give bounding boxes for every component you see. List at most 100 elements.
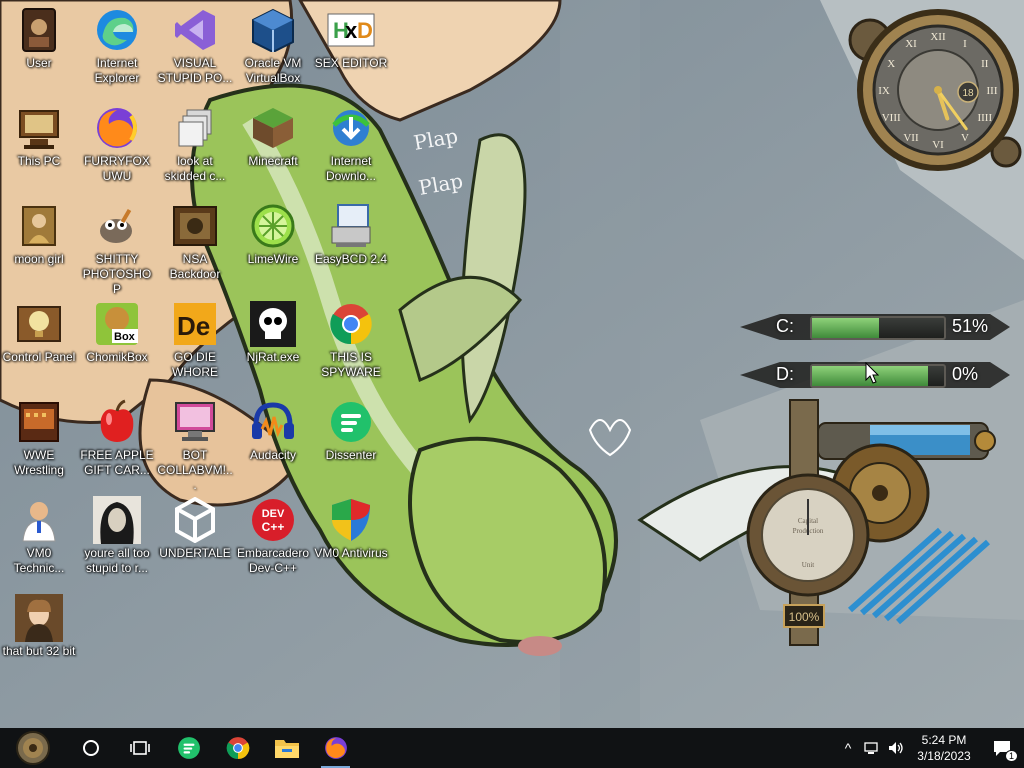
skull-icon — [249, 300, 297, 348]
audacity-icon — [249, 398, 297, 446]
limewire-icon — [249, 202, 297, 250]
desktop-icon[interactable]: look at skidded c... — [156, 98, 234, 184]
bot-monitor-icon — [171, 398, 219, 446]
taskbar-file-explorer-button[interactable] — [262, 728, 311, 768]
svg-text:D: D — [357, 18, 373, 43]
clock-numeral: XII — [930, 31, 946, 43]
desktop-icon[interactable]: VM0 Antivirus — [312, 490, 390, 561]
gauge-dial-line-3: Unit — [802, 561, 815, 569]
clock-numeral: VII — [903, 132, 919, 144]
network-icon[interactable] — [860, 728, 884, 768]
system-tray: ^ 5:24 PM 3/18/2023 1 — [836, 728, 1024, 768]
steampunk-cpu-gauge-gadget[interactable]: Capital Production Unit 100% — [740, 395, 1010, 650]
desktop-icon[interactable]: FURRYFOX UWU — [78, 98, 156, 184]
clock-time: 5:24 PM — [921, 733, 967, 747]
desktop-icon-label: VM0 Antivirus — [314, 546, 388, 560]
folder-icon — [274, 737, 300, 759]
taskbar-clock[interactable]: 5:24 PM 3/18/2023 — [908, 732, 980, 764]
desktop-icon[interactable]: moon girl — [0, 196, 78, 267]
desktop-icon[interactable]: Oracle VM VirtualBox — [234, 0, 312, 86]
chrome-icon — [327, 300, 375, 348]
minecraft-icon — [249, 104, 297, 152]
drive-percent: 0% — [952, 364, 979, 384]
desktop-icon-label: NjRat.exe — [246, 350, 300, 364]
desktop-icon[interactable]: Audacity — [234, 392, 312, 463]
desktop-icon-label: Minecraft — [248, 154, 298, 168]
chrome-icon — [226, 736, 250, 760]
hxd-icon: HxD — [327, 6, 375, 54]
taskbar-dissenter-button[interactable] — [164, 728, 213, 768]
technician-icon — [15, 496, 63, 544]
desktop-icon[interactable]: EasyBCD 2.4 — [312, 196, 390, 267]
desktop-icon[interactable]: that but 32 bit — [0, 588, 78, 659]
desktop-icon[interactable]: FREE APPLE GIFT CAR... — [78, 392, 156, 478]
chomikbox-icon: Box — [93, 300, 141, 348]
desktop-icon[interactable]: Minecraft — [234, 98, 312, 169]
control-panel-icon — [15, 300, 63, 348]
taskbar-start-button[interactable] — [0, 728, 66, 768]
desktop-icon-label: Embarcadero Dev-C++ — [236, 546, 310, 575]
steampunk-clock-gadget[interactable]: XIIIIIIIIIIIIVVIVIIVIIIIXXXI 18 — [846, 2, 1022, 172]
shortcut-stack-icon — [171, 104, 219, 152]
desktop-icon[interactable]: Control Panel — [0, 294, 78, 365]
desktop-icon[interactable]: SHITTY PHOTOSHOP — [78, 196, 156, 297]
clock-date: 3/18/2023 — [917, 749, 971, 763]
desktop-icon[interactable]: WWE Wrestling — [0, 392, 78, 478]
desktop-icon[interactable]: BOT COLLABVM!... — [156, 392, 234, 493]
drive-usage-fill — [812, 318, 880, 338]
desktop-icon[interactable]: User — [0, 0, 78, 71]
desktop-icon[interactable]: UNDERTALE — [156, 490, 234, 561]
desktop-icon-label: Oracle VM VirtualBox — [244, 56, 302, 85]
taskbar-firefox-button[interactable] — [311, 728, 360, 768]
desktop-icon[interactable]: Internet Downlo... — [312, 98, 390, 184]
desktop-icon[interactable]: Dissenter — [312, 392, 390, 463]
idm-icon — [327, 104, 375, 152]
desktop-icon-label: Dissenter — [325, 448, 377, 462]
desktop-icon[interactable]: THIS IS SPYWARE — [312, 294, 390, 380]
desktop-icon[interactable]: Box ChomikBox — [78, 294, 156, 365]
clock-numeral: IX — [878, 85, 890, 97]
taskbar-task-view-button[interactable] — [115, 728, 164, 768]
portrait-lady-icon — [15, 594, 63, 642]
desktop-icon-label: This PC — [17, 154, 61, 168]
search-circle-icon — [82, 739, 100, 757]
taskbar: ^ 5:24 PM 3/18/2023 1 — [0, 728, 1024, 768]
volume-icon[interactable] — [884, 728, 908, 768]
apple-icon — [93, 398, 141, 446]
desktop-icon[interactable]: NjRat.exe — [234, 294, 312, 365]
desktop-icon[interactable]: Internet Explorer — [78, 0, 156, 86]
desktop-icon[interactable]: VISUAL STUPID PO... — [156, 0, 234, 86]
moon-girl-icon — [15, 202, 63, 250]
desktop-icon-label: NSA Backdoor — [169, 252, 221, 281]
desktop-icon-label: that but 32 bit — [2, 644, 76, 658]
chevron-up-icon[interactable]: ^ — [836, 728, 860, 768]
shield-icon — [327, 496, 375, 544]
desktop-icon[interactable]: LimeWire — [234, 196, 312, 267]
desktop-icon[interactable]: youre all too stupid to r... — [78, 490, 156, 576]
desktop-icon-label: youre all too stupid to r... — [84, 546, 150, 575]
desktop-icon[interactable]: NSA Backdoor — [156, 196, 234, 282]
drive-percent: 51% — [952, 316, 989, 336]
svg-text:De: De — [177, 311, 210, 341]
desktop-icon[interactable]: This PC — [0, 98, 78, 169]
firefox-icon — [93, 104, 141, 152]
desktop-icon[interactable]: Hx D SEX EDITOR — [312, 0, 390, 71]
desktop-icon[interactable]: DEV C++ Embarcadero Dev-C++ — [234, 490, 312, 576]
notification-center-icon[interactable]: 1 — [980, 728, 1024, 768]
desktop-icon-label: Internet Explorer — [94, 56, 140, 85]
svg-text:Box: Box — [114, 331, 136, 343]
drive-label: D: — [776, 364, 794, 384]
desktop-icon-label: BOT COLLABVM!... — [157, 448, 233, 492]
desktop-icon[interactable]: VM0 Technic... — [0, 490, 78, 576]
desktop-icon-label: SHITTY PHOTOSHOP — [82, 252, 152, 296]
clock-numeral: IIII — [977, 112, 992, 124]
mouse-cursor-icon — [865, 362, 879, 384]
desktop-icon[interactable]: De GO DIE WHORE — [156, 294, 234, 380]
user-folder-icon — [15, 6, 63, 54]
taskbar-pinned-items — [0, 728, 360, 768]
taskbar-chrome-button[interactable] — [213, 728, 262, 768]
nsa-backdoor-icon — [171, 202, 219, 250]
edge-icon — [93, 6, 141, 54]
taskbar-search-button[interactable] — [66, 728, 115, 768]
visual-studio-icon — [171, 6, 219, 54]
